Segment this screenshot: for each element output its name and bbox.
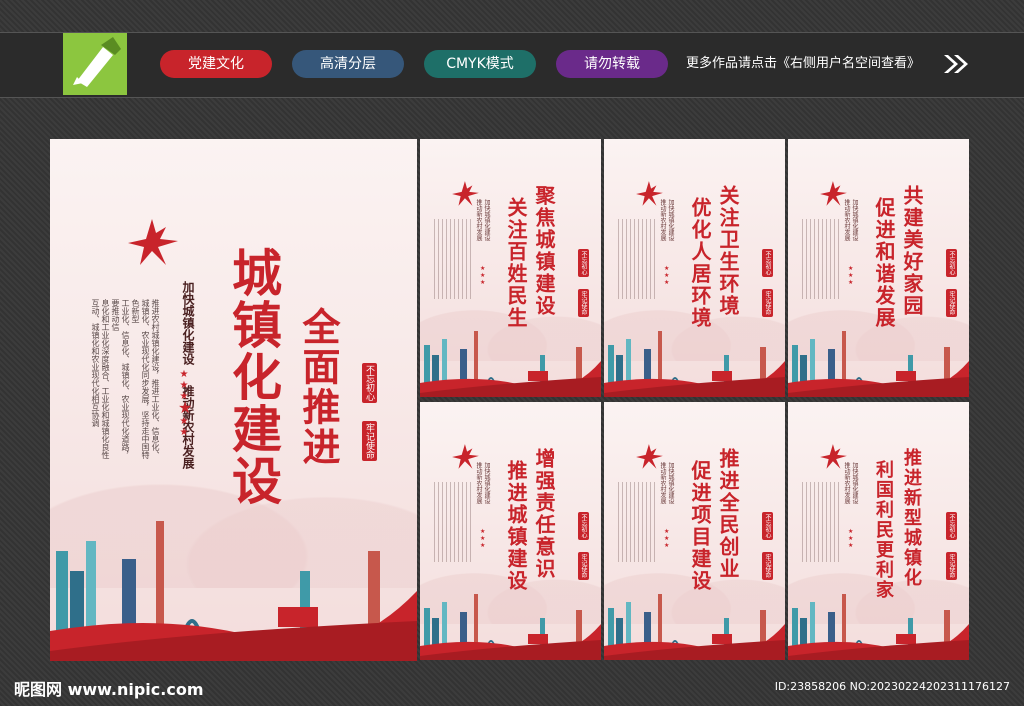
city-skyline xyxy=(788,331,969,397)
panel-title-2: 利国利民更利家 xyxy=(873,460,894,600)
panel-body-lines xyxy=(618,482,656,562)
panel-seal-1: 不忘初心 xyxy=(578,249,589,277)
panel-title-1: 增强责任意识 xyxy=(532,448,556,580)
star-ornament: ★ ★ ★ xyxy=(480,265,486,286)
seal-keep-mission: 牢记使命 xyxy=(362,421,377,461)
poster-panel: 增强责任意识 推进城镇建设 加快城镇化建设 推动新农村发展 不忘初心 牢记使命 … xyxy=(420,402,601,660)
panel-seal-2: 牢记使命 xyxy=(762,289,773,317)
panel-sub-2: 推动新农村发展 xyxy=(475,199,482,241)
panel-title-2: 优化人居环境 xyxy=(688,197,712,329)
panel-seal-2: 牢记使命 xyxy=(578,289,589,317)
panel-sub-1: 加快城镇化建设 xyxy=(851,462,858,504)
poster-panel: 推进新型城镇化 利国利民更利家 加快城镇化建设 推动新农村发展 不忘初心 牢记使… xyxy=(788,402,969,660)
panel-title-1: 推进新型城镇化 xyxy=(901,448,922,588)
panel-sub-2: 推动新农村发展 xyxy=(843,199,850,241)
panel-sub-2: 推动新农村发展 xyxy=(659,199,666,241)
city-skyline xyxy=(420,331,601,397)
panel-sub-1: 加快城镇化建设 xyxy=(851,199,858,241)
site-watermark: 昵图网 www.nipic.com xyxy=(14,680,204,699)
tag-party-culture[interactable]: 党建文化 xyxy=(160,50,272,78)
panel-seal-2: 牢记使命 xyxy=(578,552,589,580)
panel-sub-2: 推动新农村发展 xyxy=(659,462,666,504)
panel-sub-1: 加快城镇化建设 xyxy=(667,199,674,241)
panel-title-2: 推进城镇建设 xyxy=(504,460,528,592)
panel-seal-1: 不忘初心 xyxy=(946,249,957,277)
star-ornament: ★ ★ ★ xyxy=(848,265,854,286)
main-title-second: 全面推进 xyxy=(296,307,341,467)
panel-title-1: 推进全民创业 xyxy=(716,448,740,580)
city-skyline xyxy=(420,594,601,660)
poster-panel: 关注卫生环境 优化人居环境 加快城镇化建设 推动新农村发展 不忘初心 牢记使命 … xyxy=(604,139,785,397)
panel-sub-2: 推动新农村发展 xyxy=(843,462,850,504)
panel-seal-2: 牢记使命 xyxy=(762,552,773,580)
panel-title-2: 促进项目建设 xyxy=(688,460,712,592)
tag-cmyk[interactable]: CMYK模式 xyxy=(424,50,536,78)
panel-sub-1: 加快城镇化建设 xyxy=(483,462,490,504)
star-ornament: ★ ★ ★ xyxy=(664,265,670,286)
panel-seal-1: 不忘初心 xyxy=(762,512,773,540)
panel-sub-1: 加快城镇化建设 xyxy=(667,462,674,504)
star-ornament: ★ ★ ★ ★ ★ ★ xyxy=(178,369,193,438)
star-ornament: ★ ★ ★ xyxy=(480,528,486,549)
notice-link[interactable]: 更多作品请点击《右侧用户名空间查看》 xyxy=(686,52,920,76)
star-ornament: ★ ★ ★ xyxy=(664,528,670,549)
double-chevron-right-icon[interactable] xyxy=(942,53,970,75)
city-skyline xyxy=(604,594,785,660)
panel-title-1: 关注卫生环境 xyxy=(716,185,740,317)
panel-title-2: 关注百姓民生 xyxy=(504,197,528,329)
city-skyline xyxy=(604,331,785,397)
city-skyline xyxy=(788,594,969,660)
image-id: ID:23858206 NO:20230224202311176127 xyxy=(774,680,1010,693)
tag-hd-layers[interactable]: 高清分层 xyxy=(292,50,404,78)
panel-title-1: 聚焦城镇建设 xyxy=(532,185,556,317)
panel-body-lines xyxy=(618,219,656,299)
panel-sub-2: 推动新农村发展 xyxy=(475,462,482,504)
poster-panel: 共建美好家园 促进和谐发展 加快城镇化建设 推动新农村发展 不忘初心 牢记使命 … xyxy=(788,139,969,397)
panel-body-lines xyxy=(434,219,472,299)
china-dream-mark xyxy=(128,219,178,265)
panel-seal-2: 牢记使命 xyxy=(946,552,957,580)
panel-seal-2: 牢记使命 xyxy=(946,289,957,317)
tag-no-repost[interactable]: 请勿转载 xyxy=(556,50,668,78)
panel-seal-1: 不忘初心 xyxy=(946,512,957,540)
main-body-text: 推进农村城镇化建设，推进工业化、信息化、 城镇化、农业现代化同步发展，坚持走中国… xyxy=(91,299,160,459)
poster-panel: 聚焦城镇建设 关注百姓民生 加快城镇化建设 推动新农村发展 不忘初心 牢记使命 … xyxy=(420,139,601,397)
panel-title-2: 促进和谐发展 xyxy=(872,197,896,329)
main-title-large: 城镇化建设 xyxy=(224,247,283,507)
seal-never-forget: 不忘初心 xyxy=(362,363,377,403)
panel-seal-1: 不忘初心 xyxy=(578,512,589,540)
main-subtitle-1: 加快城镇化建设 xyxy=(181,281,195,365)
panel-body-lines xyxy=(802,482,840,562)
main-poster: 城镇化建设 全面推进 不忘初心 牢记使命 加快城镇化建设 推动新农村发展 推进农… xyxy=(50,139,417,661)
panel-body-lines xyxy=(434,482,472,562)
panel-seal-1: 不忘初心 xyxy=(762,249,773,277)
panel-sub-1: 加快城镇化建设 xyxy=(483,199,490,241)
pen-nib-icon xyxy=(63,33,127,95)
panel-title-1: 共建美好家园 xyxy=(900,185,924,317)
poster-panel: 推进全民创业 促进项目建设 加快城镇化建设 推动新农村发展 不忘初心 牢记使命 … xyxy=(604,402,785,660)
city-skyline xyxy=(50,521,417,661)
star-ornament: ★ ★ ★ xyxy=(848,528,854,549)
panel-body-lines xyxy=(802,219,840,299)
